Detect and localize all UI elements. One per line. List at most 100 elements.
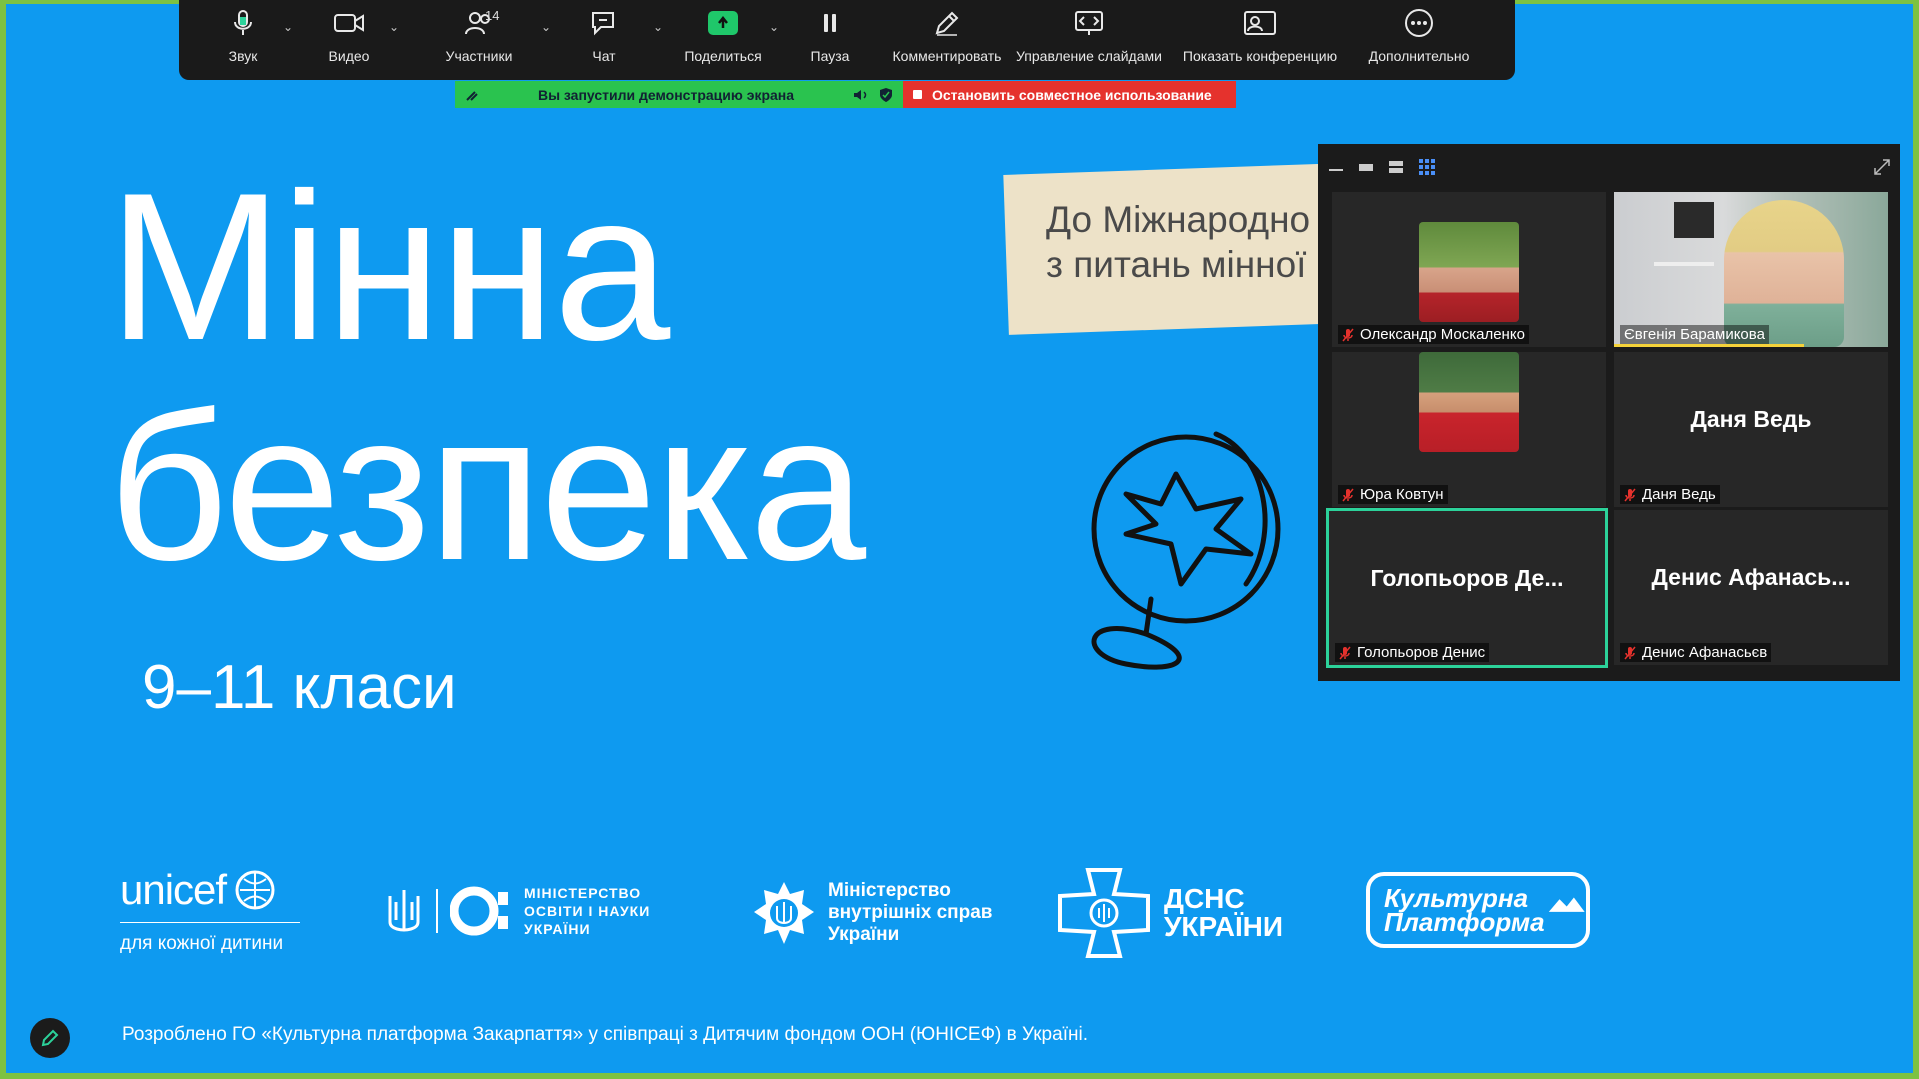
share-screen-button[interactable]: ⌄ Поделиться xyxy=(673,0,779,80)
audio-button[interactable]: ⌄ Звук xyxy=(187,0,299,80)
speaker-volume-icon[interactable] xyxy=(853,88,869,102)
dsns-cross-icon xyxy=(1058,868,1150,958)
stop-share-label: Остановить совместное использование xyxy=(932,86,1212,103)
security-shield-icon[interactable] xyxy=(879,87,893,103)
participant-name: Голопьоров Денис xyxy=(1357,644,1486,661)
participant-name: Олександр Москаленко xyxy=(1360,326,1525,343)
video-label: Видео xyxy=(328,48,370,64)
participants-label: Участники xyxy=(445,48,513,64)
share-status-text: Вы запустили демонстрацию экрана xyxy=(537,86,795,103)
share-status-bar[interactable]: Вы запустили демонстрацию экрана xyxy=(455,81,903,108)
pencil-icon xyxy=(41,1029,59,1047)
chevron-down-icon[interactable]: ⌄ xyxy=(389,20,399,34)
show-meeting-icon xyxy=(1243,0,1277,46)
pause-share-button[interactable]: Пауза xyxy=(773,0,887,80)
show-meeting-label: Показать конференцию xyxy=(1182,48,1338,64)
participants-icon xyxy=(464,0,494,46)
participant-name: Юра Ковтун xyxy=(1360,486,1444,503)
speaker-view-icon[interactable] xyxy=(1388,160,1404,174)
mon-logo: МІНІСТЕРСТВО ОСВІТИ І НАУКИ УКРАЇНИ xyxy=(384,884,650,938)
participant-tile-active[interactable]: Голопьоров Де... Голопьоров Денис xyxy=(1326,508,1608,668)
participant-avatar xyxy=(1419,352,1519,452)
chevron-down-icon[interactable]: ⌄ xyxy=(283,20,293,34)
trident-icon xyxy=(388,890,420,932)
participant-tile[interactable]: Денис Афанась... Денис Афанасьєв xyxy=(1614,510,1888,665)
wall-frame xyxy=(1674,202,1714,238)
participant-avatar xyxy=(1419,222,1519,322)
participant-tile[interactable]: Євгенія Барамикова xyxy=(1614,192,1888,347)
participant-tile[interactable]: Даня Ведь Даня Ведь xyxy=(1614,352,1888,507)
participant-name: Даня Ведь xyxy=(1642,486,1716,503)
gallery-view-icon[interactable] xyxy=(1418,158,1436,176)
participants-button[interactable]: 14 ⌄ Участники xyxy=(399,0,559,80)
unicef-tagline: для кожної дитини xyxy=(120,922,300,955)
chat-icon xyxy=(589,0,619,46)
pause-icon xyxy=(821,0,839,46)
single-view-icon[interactable] xyxy=(1358,162,1374,172)
video-camera-icon xyxy=(333,0,365,46)
more-icon xyxy=(1404,0,1434,46)
mic-muted-icon xyxy=(1624,646,1636,659)
chevron-down-icon[interactable]: ⌄ xyxy=(541,20,551,34)
slide-footer: Розроблено ГО «Культурна платформа Закар… xyxy=(122,1024,1088,1045)
video-tiles-grid: Олександр Москаленко Євгенія Барамикова xyxy=(1326,192,1888,672)
slide-title-line1: Мінна xyxy=(108,149,670,384)
share-screen-icon-wrap xyxy=(708,0,738,46)
kultura-platforma-frame: Культурна Платформа xyxy=(1366,872,1590,948)
slide-control-button[interactable]: Управление слайдами xyxy=(1007,0,1171,80)
expand-icon[interactable] xyxy=(1872,157,1892,177)
show-meeting-button[interactable]: Показать конференцию xyxy=(1171,0,1349,80)
kultura-platforma-logo: Культурна Платформа xyxy=(1366,872,1590,948)
participant-name-label: Голопьоров Денис xyxy=(1335,643,1490,662)
more-button[interactable]: Дополнительно xyxy=(1349,0,1489,80)
dsns-line-2: УКРАЇНИ xyxy=(1164,911,1284,942)
meeting-toolbar: ⌄ Звук ⌄ Видео 14 ⌄ Участники Чат ⌄ ⌄ По… xyxy=(179,0,1515,80)
panel-toolbar xyxy=(1318,144,1900,190)
mic-muted-icon xyxy=(1624,488,1636,501)
mic-muted-icon xyxy=(1342,488,1354,501)
chat-button[interactable]: Чат xyxy=(559,0,649,80)
mvs-line-2: внутрішніх справ xyxy=(828,902,993,923)
drag-handle-icon[interactable] xyxy=(465,88,479,102)
desk-lamp xyxy=(1654,262,1714,266)
note-line-1: До Міжнародно xyxy=(1046,199,1311,240)
stop-square-icon xyxy=(913,90,922,99)
stop-share-button[interactable]: Остановить совместное использование xyxy=(903,81,1236,108)
mon-text: МІНІСТЕРСТВО ОСВІТИ І НАУКИ УКРАЇНИ xyxy=(524,884,650,938)
chat-options-button[interactable]: ⌄ xyxy=(649,0,673,80)
participant-name: Євгенія Барамикова xyxy=(1624,326,1765,343)
participant-tile[interactable]: Юра Ковтун xyxy=(1332,352,1606,507)
mon-line-1: МІНІСТЕРСТВО xyxy=(524,885,642,901)
share-label: Поделиться xyxy=(684,48,762,64)
mvs-line-1: Міністерство xyxy=(828,880,951,901)
kultura-platforma-text: Культурна Платформа xyxy=(1384,885,1545,935)
annotate-button[interactable]: Комментировать xyxy=(887,0,1007,80)
mvs-line-3: України xyxy=(828,924,900,945)
mvs-star-icon xyxy=(754,882,814,944)
participant-tile[interactable]: Олександр Москаленко xyxy=(1332,192,1606,347)
minimize-icon[interactable] xyxy=(1328,162,1344,172)
share-screen-icon xyxy=(708,11,738,35)
participants-video-panel: Олександр Москаленко Євгенія Барамикова xyxy=(1318,144,1900,681)
annotation-pen-button[interactable] xyxy=(30,1018,70,1058)
mvs-logo: Міністерство внутрішніх справ України xyxy=(752,880,992,946)
paper-note-text: До Міжнародно з питань мінної xyxy=(1046,197,1326,287)
screen-share-banner: Вы запустили демонстрацию экрана Останов… xyxy=(455,81,1236,108)
more-label: Дополнительно xyxy=(1368,48,1470,64)
audio-label: Звук xyxy=(228,48,258,64)
chat-label: Чат xyxy=(592,48,616,64)
mountain-flag-icon xyxy=(1548,897,1585,912)
speaking-indicator xyxy=(1614,344,1804,347)
unicef-emblem-icon xyxy=(235,870,275,910)
unicef-wordmark: unicef xyxy=(120,866,227,913)
mvs-text: Міністерство внутрішніх справ України xyxy=(828,880,992,946)
participant-display-name: Голопьоров Де... xyxy=(1370,564,1564,591)
globe-doodle-icon xyxy=(1091,431,1281,670)
video-button[interactable]: ⌄ Видео xyxy=(299,0,399,80)
participant-name-label: Юра Ковтун xyxy=(1338,485,1448,504)
chevron-down-icon[interactable]: ⌄ xyxy=(653,20,663,34)
annotate-pen-icon xyxy=(933,0,961,46)
participant-name-label: Даня Ведь xyxy=(1620,485,1720,504)
slide-control-icon xyxy=(1074,0,1104,46)
unicef-logo: unicef для кожної дитини xyxy=(120,866,300,955)
